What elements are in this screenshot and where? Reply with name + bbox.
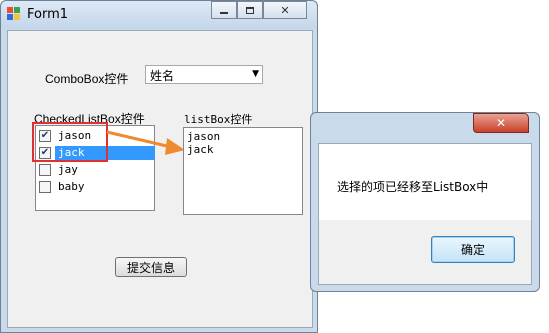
listbox-item[interactable]: jason	[187, 130, 220, 143]
maximize-button[interactable]	[237, 1, 263, 19]
annotation-highlight-box	[32, 122, 108, 162]
combobox-value: 姓名	[150, 69, 175, 83]
minimize-button[interactable]	[211, 1, 237, 19]
checkedlist-item-label: jay	[58, 163, 78, 176]
maximize-icon	[246, 6, 254, 14]
app-icon	[7, 7, 21, 21]
listbox-item[interactable]: jack	[187, 143, 214, 156]
checkedlist-item[interactable]: baby	[38, 179, 154, 195]
close-icon: ✕	[280, 3, 290, 17]
form1-window: Form1 ✕ ComboBox控件 姓名 ▼ CheckedListBox控件…	[0, 0, 318, 333]
minimize-icon	[220, 12, 228, 14]
checkedlist-item-label: baby	[58, 180, 85, 193]
checkbox-unchecked-icon[interactable]	[39, 181, 51, 193]
dialog-message: 选择的项已经移至ListBox中	[337, 180, 489, 194]
window-controls: ✕	[211, 1, 311, 19]
form1-title: Form1	[27, 7, 69, 22]
submit-button[interactable]: 提交信息	[115, 257, 187, 277]
name-combobox[interactable]: 姓名 ▼	[145, 65, 263, 84]
checkbox-unchecked-icon[interactable]	[39, 164, 51, 176]
listbox[interactable]: jason jack	[183, 127, 303, 215]
message-dialog: ✕ 选择的项已经移至ListBox中 确定	[310, 112, 540, 292]
annotation-arrow-icon	[106, 130, 185, 155]
dialog-close-button[interactable]: ✕	[473, 113, 529, 133]
dialog-client-area: 选择的项已经移至ListBox中 确定	[318, 143, 532, 285]
ok-button[interactable]: 确定	[431, 236, 515, 263]
listbox-label: listBox控件	[184, 113, 253, 126]
close-icon: ✕	[495, 116, 507, 130]
form1-titlebar[interactable]: Form1 ✕	[1, 1, 317, 29]
checkedlist-item[interactable]: jay	[38, 162, 154, 178]
combobox-label: ComboBox控件	[45, 72, 129, 86]
close-button[interactable]: ✕	[263, 1, 307, 19]
dropdown-arrow-icon[interactable]: ▼	[252, 69, 259, 79]
